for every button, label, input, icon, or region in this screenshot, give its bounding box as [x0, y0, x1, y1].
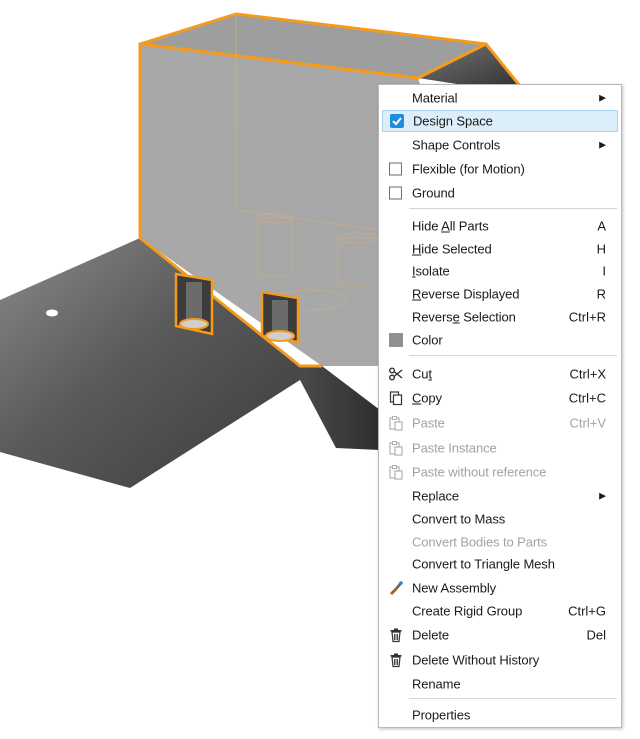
- menu-item-shortcut: H: [596, 241, 606, 257]
- menu-item-label: Paste Instance: [412, 440, 497, 456]
- menu-item-color[interactable]: Color: [382, 329, 618, 351]
- menu-item-label: Copy: [412, 390, 442, 406]
- menu-item-label: Create Rigid Group: [412, 603, 523, 619]
- menu-item-design-space[interactable]: Design Space: [382, 110, 618, 132]
- menu-item-hide-all-parts[interactable]: Hide All Parts A: [382, 215, 618, 237]
- menu-item-shape-controls[interactable]: Shape Controls ▶: [382, 134, 618, 156]
- menu-item-label: Delete: [412, 627, 449, 643]
- menu-item-replace[interactable]: Replace ▶: [382, 485, 618, 507]
- menu-item-label: Material: [412, 90, 458, 106]
- paste-icon: [388, 440, 404, 456]
- menu-item-label: Shape Controls: [412, 137, 501, 153]
- base-plate-right: [300, 366, 380, 450]
- menu-item-flexible[interactable]: Flexible (for Motion): [382, 158, 618, 180]
- menu-item-label: Design Space: [413, 113, 493, 129]
- menu-item-shortcut: Ctrl+C: [568, 390, 606, 406]
- context-menu: Material ▶ Design Space Shape Controls ▶…: [378, 84, 622, 728]
- menu-item-label: Reverse Selection: [412, 309, 516, 325]
- trash-icon: [388, 627, 404, 643]
- menu-item-rename[interactable]: Rename: [382, 673, 618, 695]
- scissors-icon: [388, 366, 404, 382]
- menu-item-material[interactable]: Material ▶: [382, 87, 618, 109]
- menu-item-shortcut: A: [597, 218, 606, 234]
- menu-item-label: Hide Selected: [412, 241, 492, 257]
- submenu-arrow-icon: ▶: [599, 92, 606, 103]
- menu-item-label: Properties: [412, 707, 471, 723]
- menu-item-shortcut: Ctrl+G: [568, 603, 606, 619]
- slot-left: [174, 272, 214, 336]
- menu-item-paste-without-reference[interactable]: Paste without reference: [382, 461, 618, 483]
- menu-item-label: Paste: [412, 415, 445, 431]
- menu-item-paste-instance[interactable]: Paste Instance: [382, 437, 618, 459]
- menu-separator: [409, 355, 617, 356]
- menu-item-label: Convert Bodies to Parts: [412, 534, 547, 550]
- paste-icon: [388, 464, 404, 480]
- menu-item-label: Paste without reference: [412, 464, 547, 480]
- menu-item-delete[interactable]: Delete Del: [382, 624, 618, 646]
- menu-item-shortcut: R: [596, 286, 606, 302]
- menu-item-hide-selected[interactable]: Hide Selected H: [382, 238, 618, 260]
- menu-item-cut[interactable]: Cut Ctrl+X: [382, 363, 618, 385]
- menu-item-convert-bodies-to-parts[interactable]: Convert Bodies to Parts: [382, 531, 618, 553]
- slot-right: [260, 290, 300, 344]
- menu-item-label: Cut: [412, 366, 432, 382]
- menu-item-label: Convert to Triangle Mesh: [412, 556, 555, 572]
- menu-item-ground[interactable]: Ground: [382, 182, 618, 204]
- menu-item-label: Flexible (for Motion): [412, 161, 525, 177]
- menu-item-shortcut: Ctrl+X: [569, 366, 606, 382]
- trash-icon: [388, 652, 404, 668]
- menu-item-properties[interactable]: Properties: [382, 704, 618, 726]
- menu-item-label: Isolate: [412, 263, 450, 279]
- menu-separator: [409, 698, 617, 699]
- copy-icon: [388, 390, 404, 406]
- menu-item-new-assembly[interactable]: New Assembly: [382, 577, 618, 599]
- menu-item-copy[interactable]: Copy Ctrl+C: [382, 387, 618, 409]
- menu-item-convert-to-triangle-mesh[interactable]: Convert to Triangle Mesh: [382, 553, 618, 575]
- menu-item-label: Replace: [412, 488, 459, 504]
- menu-item-shortcut: Ctrl+R: [568, 309, 606, 325]
- checkbox-checked-icon[interactable]: [390, 114, 404, 128]
- menu-separator: [409, 208, 617, 209]
- menu-item-shortcut: Ctrl+V: [569, 415, 606, 431]
- checkbox-unchecked-icon[interactable]: [389, 162, 402, 176]
- menu-item-label: Delete Without History: [412, 652, 540, 668]
- submenu-arrow-icon: ▶: [599, 490, 606, 501]
- menu-item-reverse-displayed[interactable]: Reverse Displayed R: [382, 283, 618, 305]
- menu-item-label: Color: [412, 332, 443, 348]
- menu-item-label: New Assembly: [412, 580, 497, 596]
- menu-item-delete-without-history[interactable]: Delete Without History: [382, 649, 618, 671]
- menu-item-label: Rename: [412, 676, 461, 692]
- menu-item-label: Ground: [412, 185, 455, 201]
- paste-icon: [388, 415, 404, 431]
- checkbox-unchecked-icon[interactable]: [389, 186, 402, 200]
- menu-item-paste[interactable]: Paste Ctrl+V: [382, 412, 618, 434]
- mounting-hole: [46, 309, 58, 317]
- menu-item-isolate[interactable]: Isolate I: [382, 260, 618, 282]
- menu-item-shortcut: Del: [586, 627, 606, 643]
- submenu-arrow-icon: ▶: [599, 139, 606, 150]
- menu-item-convert-to-mass[interactable]: Convert to Mass: [382, 508, 618, 530]
- color-swatch-icon: [389, 333, 403, 347]
- menu-item-label: Hide All Parts: [412, 218, 489, 234]
- new-assembly-icon: [388, 580, 404, 596]
- menu-item-reverse-selection[interactable]: Reverse Selection Ctrl+R: [382, 306, 618, 328]
- menu-item-shortcut: I: [602, 263, 606, 279]
- menu-item-label: Convert to Mass: [412, 511, 506, 527]
- menu-item-label: Reverse Displayed: [412, 286, 520, 302]
- menu-item-create-rigid-group[interactable]: Create Rigid Group Ctrl+G: [382, 600, 618, 622]
